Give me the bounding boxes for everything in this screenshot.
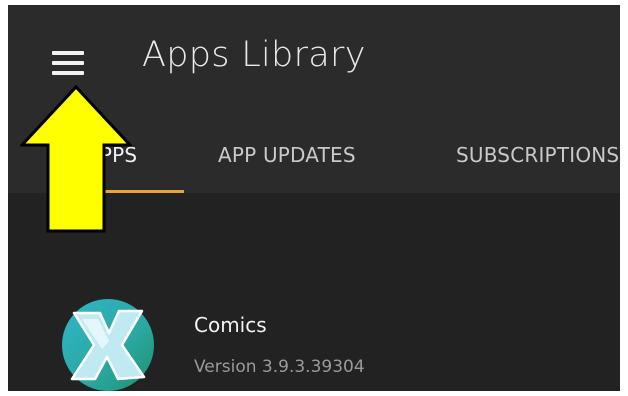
list-item[interactable]: Comics Version 3.9.3.39304 xyxy=(8,289,620,391)
tab-app-updates-label: APP UPDATES xyxy=(218,143,356,167)
app-version: Version 3.9.3.39304 xyxy=(194,357,365,377)
hamburger-menu-icon[interactable] xyxy=(52,51,84,75)
tab-subscriptions-label: SUBSCRIPTIONS xyxy=(456,143,620,167)
apps-library-screen: Apps Library APPS APP UPDATES SUBSCRIPTI… xyxy=(8,5,620,391)
tab-app-updates[interactable]: APP UPDATES xyxy=(218,131,378,193)
tab-subscriptions[interactable]: SUBSCRIPTIONS xyxy=(456,131,620,193)
app-name: Comics xyxy=(194,313,267,337)
comixology-x-logo-icon xyxy=(62,299,154,391)
page-title: Apps Library xyxy=(142,35,366,75)
yellow-up-arrow-icon xyxy=(20,85,132,233)
